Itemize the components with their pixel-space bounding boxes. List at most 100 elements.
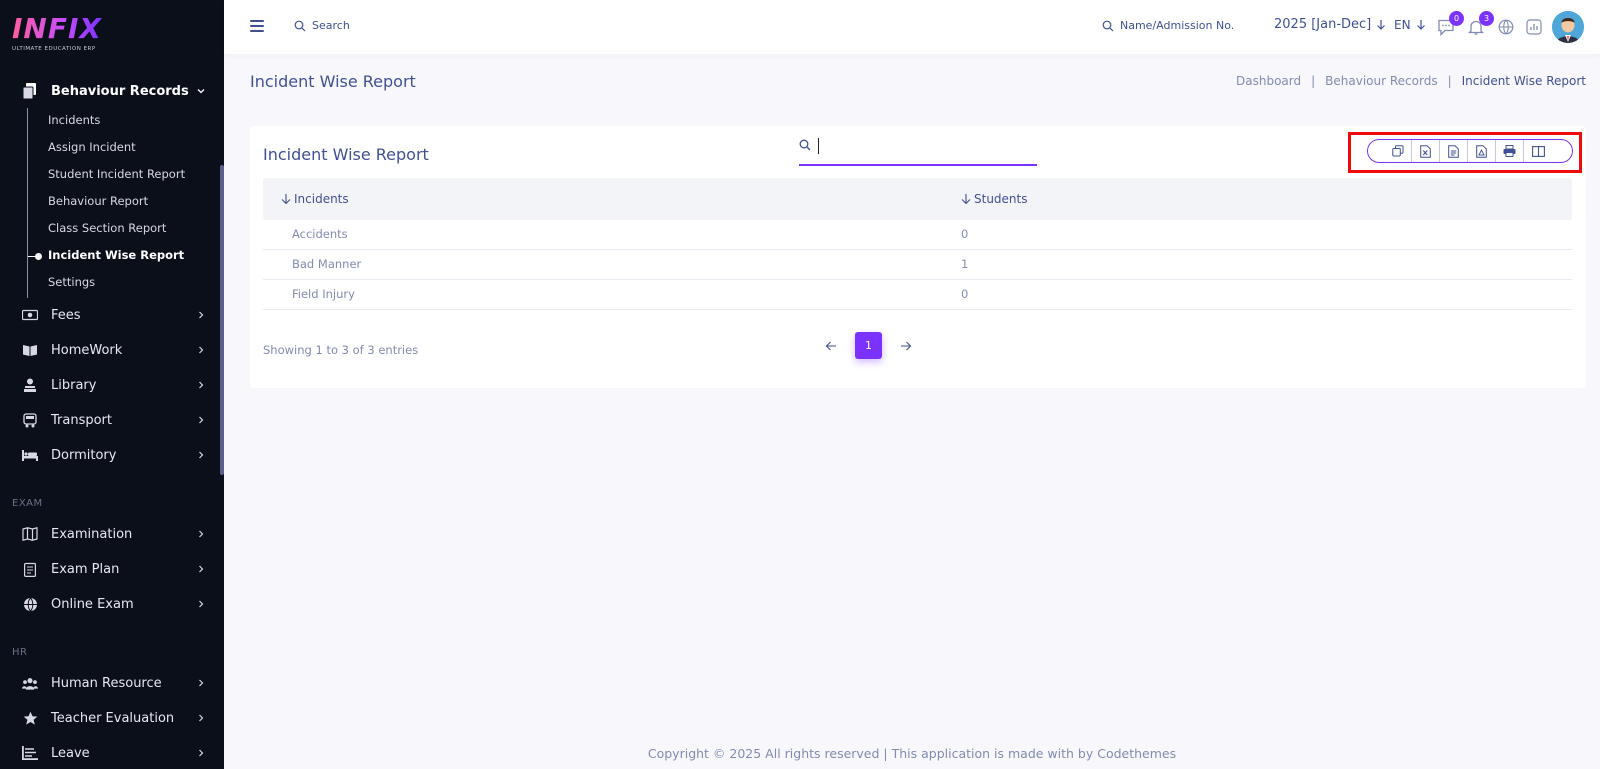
sidebar-item-label: Transport	[51, 412, 113, 428]
name-admission-search[interactable]: Name/Admission No.	[1102, 19, 1234, 32]
breadcrumb-current: Incident Wise Report	[1461, 74, 1586, 88]
chat-count-badge: 0	[1449, 11, 1464, 26]
library-icon	[22, 377, 38, 393]
sort-arrow-icon	[961, 194, 971, 205]
menu-toggle-icon[interactable]	[250, 20, 264, 32]
text-caret	[818, 138, 819, 154]
academic-year-select[interactable]: 2025 [Jan-Dec]	[1274, 17, 1387, 32]
sidebar-item-transport[interactable]: Transport	[0, 411, 224, 429]
column-header-incidents[interactable]: Incidents	[280, 192, 349, 206]
page-button-current[interactable]: 1	[855, 332, 882, 359]
chevron-right-icon	[199, 530, 204, 538]
sidebar-scrollbar[interactable]	[220, 165, 224, 475]
sidebar-item-label: Online Exam	[51, 596, 134, 612]
chat-button[interactable]: 0	[1436, 11, 1464, 37]
analytics-icon	[1526, 19, 1542, 35]
sidebar-item-label: Exam Plan	[51, 561, 120, 577]
chevron-right-icon	[199, 600, 204, 608]
people-icon	[22, 675, 38, 691]
next-page-button[interactable]	[898, 338, 914, 354]
column-header-students[interactable]: Students	[960, 192, 1028, 206]
sidebar-subitem-behaviour-report[interactable]: Behaviour Report	[48, 194, 148, 208]
print-button[interactable]	[1496, 140, 1524, 162]
academic-year-value: 2025 [Jan-Dec]	[1274, 17, 1372, 32]
sidebar-item-fees[interactable]: Fees	[0, 306, 224, 324]
sidebar-item-human-resource[interactable]: Human Resource	[0, 674, 224, 692]
section-heading-exam: EXAM	[12, 498, 43, 509]
copy-button[interactable]	[1384, 140, 1412, 162]
sidebar-subitem-class-section-report[interactable]: Class Section Report	[48, 221, 166, 235]
csv-export-button[interactable]	[1440, 140, 1468, 162]
sidebar-item-behaviour-records[interactable]: Behaviour Records	[0, 82, 224, 100]
notification-count-badge: 3	[1479, 11, 1494, 26]
top-search-label: Search	[312, 19, 350, 32]
column-header-label: Students	[974, 192, 1028, 206]
sidebar-item-teacher-evaluation[interactable]: Teacher Evaluation	[0, 709, 224, 727]
chevron-right-icon	[199, 416, 204, 424]
breadcrumb-behaviour-records[interactable]: Behaviour Records	[1325, 74, 1437, 88]
card-title: Incident Wise Report	[263, 145, 429, 164]
globe-icon	[1498, 19, 1514, 35]
topbar: Search Name/Admission No. 2025 [Jan-Dec]…	[224, 0, 1600, 54]
students-cell: 0	[961, 287, 969, 301]
report-card: Incident Wise Report Incidents Students …	[250, 126, 1586, 388]
sidebar-subitem-incidents[interactable]: Incidents	[48, 113, 100, 127]
sidebar-subitem-assign-incident[interactable]: Assign Incident	[48, 140, 136, 154]
submenu-line	[27, 108, 28, 298]
search-icon	[1102, 20, 1114, 31]
sidebar-item-label: Teacher Evaluation	[51, 710, 175, 726]
sidebar-subitem-settings[interactable]: Settings	[48, 275, 95, 289]
pdf-export-button[interactable]	[1468, 140, 1496, 162]
brand-logo[interactable]: INFIX ULTIMATE EDUCATION ERP	[12, 14, 102, 53]
sidebar-item-label: Human Resource	[51, 675, 162, 691]
language-value: EN	[1394, 18, 1411, 32]
section-heading-hr: HR	[12, 647, 28, 658]
table-search-input[interactable]	[799, 136, 1037, 166]
print-icon	[1503, 145, 1516, 157]
arrow-left-icon	[825, 341, 836, 350]
website-button[interactable]	[1496, 17, 1516, 37]
sidebar-item-label: Library	[51, 377, 97, 393]
export-button-group	[1367, 139, 1573, 163]
students-cell: 1	[961, 257, 969, 271]
sidebar-item-online-exam[interactable]: Online Exam	[0, 595, 224, 613]
active-indicator-dot	[35, 253, 42, 260]
globe-icon	[22, 596, 38, 612]
sidebar-item-examination[interactable]: Examination	[0, 525, 224, 543]
incident-cell: Accidents	[292, 227, 348, 241]
students-cell: 0	[961, 227, 969, 241]
top-search[interactable]: Search	[294, 19, 350, 32]
excel-export-button[interactable]	[1412, 140, 1440, 162]
footer-copyright: Copyright © 2025 All rights reserved | T…	[647, 746, 1177, 761]
sidebar-item-library[interactable]: Library	[0, 376, 224, 394]
column-header-label: Incidents	[294, 192, 349, 206]
previous-page-button[interactable]	[823, 338, 839, 354]
breadcrumb-dashboard[interactable]: Dashboard	[1236, 74, 1301, 88]
analytics-button[interactable]	[1524, 17, 1544, 37]
brand-tagline: ULTIMATE EDUCATION ERP	[12, 46, 96, 52]
star-icon	[22, 710, 38, 726]
map-icon	[22, 526, 38, 542]
language-select[interactable]: EN	[1394, 18, 1427, 32]
notification-button[interactable]: 3	[1466, 11, 1494, 37]
sidebar-item-exam-plan[interactable]: Exam Plan	[0, 560, 224, 578]
user-avatar[interactable]	[1552, 11, 1584, 43]
breadcrumb: Dashboard | Behaviour Records | Incident…	[1236, 74, 1586, 88]
table-row: Bad Manner 1	[263, 250, 1572, 280]
sidebar-item-leave[interactable]: Leave	[0, 744, 224, 762]
chevron-right-icon	[199, 381, 204, 389]
leave-icon	[22, 745, 38, 761]
search-icon	[799, 139, 811, 151]
sidebar-item-label: Examination	[51, 526, 133, 542]
sidebar-item-homework[interactable]: HomeWork	[0, 341, 224, 359]
entries-info: Showing 1 to 3 of 3 entries	[263, 343, 419, 357]
document-stack-icon	[22, 83, 38, 99]
bed-icon	[22, 447, 38, 463]
copy-icon	[1391, 145, 1403, 157]
sidebar-item-label: HomeWork	[51, 342, 123, 358]
chevron-right-icon	[199, 451, 204, 459]
sidebar-subitem-incident-wise-report[interactable]: Incident Wise Report	[48, 248, 184, 262]
sidebar-item-dormitory[interactable]: Dormitory	[0, 446, 224, 464]
column-visibility-button[interactable]	[1524, 140, 1552, 162]
sidebar-subitem-student-incident-report[interactable]: Student Incident Report	[48, 167, 185, 181]
